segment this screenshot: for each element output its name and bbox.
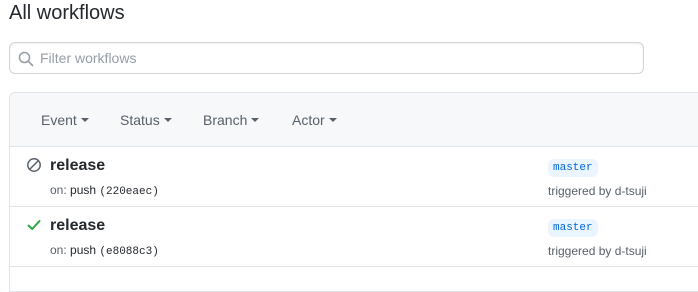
run-title-link[interactable]: release <box>50 216 105 236</box>
branch-filter-menu[interactable]: Branch <box>203 112 260 128</box>
chevron-down-icon <box>80 118 89 123</box>
skip-icon <box>27 158 41 172</box>
event-filter-menu[interactable]: Event <box>41 112 89 128</box>
filter-workflows-box[interactable] <box>9 42 644 74</box>
status-filter-menu[interactable]: Status <box>120 112 172 128</box>
actor-filter-menu[interactable]: Actor <box>292 112 337 128</box>
search-icon <box>18 51 34 67</box>
event-name: push <box>70 243 97 257</box>
page-title: All workflows <box>9 2 125 24</box>
commit-sha: (e8088c3) <box>99 246 159 258</box>
run-meta: on: push (220eaec) <box>50 182 159 200</box>
workflow-run-row[interactable]: release on: push (e8088c3) master trigge… <box>10 207 698 267</box>
branch-tag[interactable]: master <box>548 159 598 177</box>
on-label: on: <box>50 243 67 257</box>
run-title-link[interactable]: release <box>50 156 105 176</box>
commit-sha: (220eaec) <box>99 186 159 198</box>
runs-filter-bar: Event Status Branch Actor <box>10 93 698 147</box>
workflow-run-row[interactable]: release on: push (220eaec) master trigge… <box>10 147 698 207</box>
chevron-down-icon <box>328 118 337 123</box>
filter-workflows-input[interactable] <box>40 43 635 73</box>
branch-filter-label: Branch <box>203 112 248 128</box>
triggered-by: triggered by d-tsuji <box>548 244 647 258</box>
workflow-runs-list: Event Status Branch Actor release on: pu… <box>9 92 698 292</box>
actor-filter-label: Actor <box>292 112 325 128</box>
on-label: on: <box>50 183 67 197</box>
branch-tag[interactable]: master <box>548 219 598 237</box>
run-meta: on: push (e8088c3) <box>50 242 159 260</box>
event-filter-label: Event <box>41 112 77 128</box>
chevron-down-icon <box>251 118 260 123</box>
status-filter-label: Status <box>120 112 160 128</box>
chevron-down-icon <box>163 118 172 123</box>
event-name: push <box>70 183 97 197</box>
triggered-by: triggered by d-tsuji <box>548 184 647 198</box>
check-icon <box>27 220 41 230</box>
